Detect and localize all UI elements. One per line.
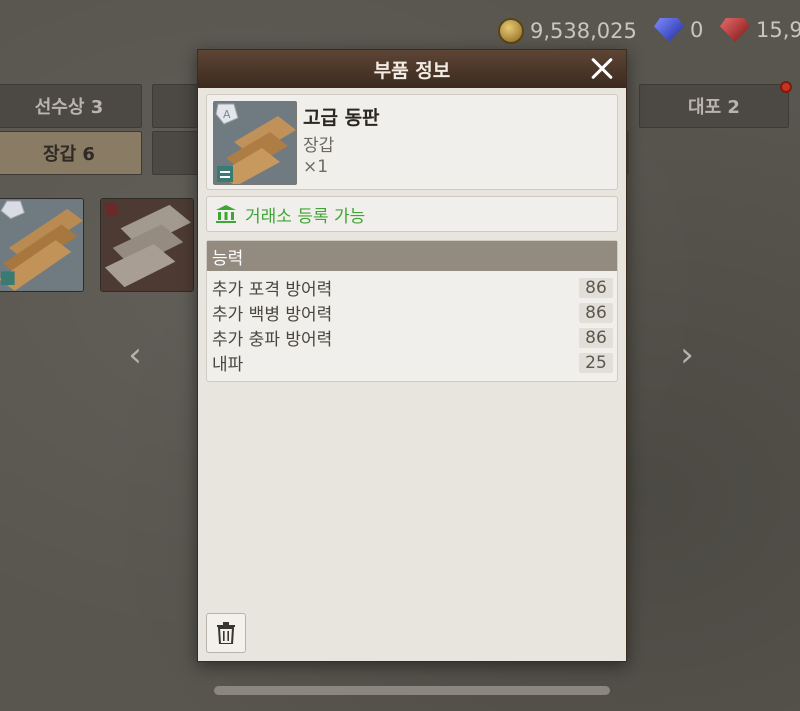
delete-button[interactable] [206, 613, 246, 653]
tab-label: 장갑 6 [43, 144, 95, 165]
red-gem-currency: 15,9 [720, 18, 800, 42]
red-gem-amount: 15,9 [756, 18, 800, 42]
item-name: 고급 동판 [303, 107, 380, 129]
item-type: 장갑 [303, 136, 335, 156]
exchange-building-icon [216, 205, 236, 223]
tab-hidden-2[interactable] [152, 131, 198, 175]
wood-plank-icon [101, 199, 193, 291]
next-arrow-icon[interactable]: › [672, 335, 702, 375]
stat-name: 추가 충파 방어력 [212, 330, 333, 350]
market-status: 거래소 등록 가능 [206, 196, 618, 232]
stat-value: 25 [579, 352, 613, 373]
grade-letter: A [223, 108, 231, 121]
stat-row: 추가 백병 방어력 86 [207, 300, 617, 325]
tab-cannon[interactable]: 대포 2 [639, 81, 792, 128]
notification-dot [780, 81, 792, 93]
home-indicator [214, 686, 610, 695]
part-thumb-copper-plate[interactable] [0, 198, 84, 292]
stat-row: 내파 25 [207, 350, 617, 375]
tab-edge [627, 131, 629, 175]
tab-armor[interactable]: 장갑 6 [0, 131, 142, 175]
stat-list: 추가 포격 방어력 86 추가 백병 방어력 86 추가 충파 방어력 86 내… [207, 271, 617, 375]
red-gem-icon [720, 18, 750, 42]
stat-name: 추가 백병 방어력 [212, 305, 333, 325]
market-label: 거래소 등록 가능 [245, 206, 366, 227]
gold-currency: 9,538,025 [498, 18, 637, 44]
close-icon[interactable] [586, 53, 618, 85]
stat-name: 추가 포격 방어력 [212, 280, 333, 300]
item-quantity: ×1 [303, 157, 329, 177]
blue-gem-currency: 0 [654, 18, 703, 42]
stat-name: 내파 [212, 355, 244, 375]
stat-row: 추가 포격 방어력 86 [207, 275, 617, 300]
modal-title: 부품 정보 [373, 59, 451, 82]
blue-gem-icon [654, 18, 684, 42]
item-summary: A 고급 동판 장갑 ×1 [206, 94, 618, 190]
stat-row: 추가 충파 방어력 86 [207, 325, 617, 350]
tab-label: 대포 2 [688, 97, 740, 118]
ability-section: 능력 추가 포격 방어력 86 추가 백병 방어력 86 추가 충파 방어력 8… [206, 240, 618, 382]
trash-icon [217, 622, 235, 644]
stat-value: 86 [579, 277, 613, 298]
part-info-modal: 부품 정보 A 고급 동판 장갑 ×1 거래소 등록 가능 능력 추가 포격 방… [197, 49, 627, 662]
stat-value: 86 [579, 327, 613, 348]
tab-figurehead[interactable]: 선수상 3 [0, 84, 142, 128]
tab-hidden-1[interactable] [152, 84, 198, 128]
gold-amount: 9,538,025 [530, 19, 637, 43]
wood-plank-icon [0, 199, 83, 291]
blue-gem-amount: 0 [690, 18, 704, 42]
gold-coin-icon [498, 18, 524, 44]
prev-arrow-icon[interactable]: ‹ [120, 335, 150, 375]
ability-header: 능력 [207, 241, 617, 271]
modal-header: 부품 정보 [198, 50, 626, 88]
part-thumb-wood-plate[interactable] [100, 198, 194, 292]
tab-label: 선수상 3 [34, 97, 104, 118]
stat-value: 86 [579, 302, 613, 323]
item-image: A [213, 101, 297, 185]
copper-plate-icon: A [214, 102, 296, 184]
